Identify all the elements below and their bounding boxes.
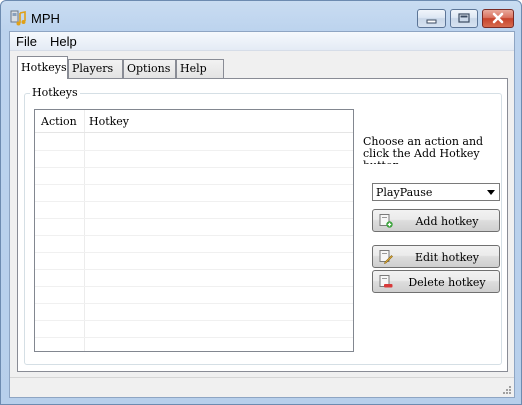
column-separator xyxy=(84,110,85,351)
client-area: File Help Hotkeys Players Options Help H… xyxy=(9,31,515,398)
add-hotkey-icon xyxy=(379,214,393,228)
resize-grip-icon[interactable] xyxy=(500,383,512,395)
table-grid-line xyxy=(35,337,353,338)
table-grid-line xyxy=(35,303,353,304)
column-header-hotkey[interactable]: Hotkey xyxy=(89,115,129,128)
groupbox-label: Hotkeys xyxy=(30,86,80,99)
table-grid-line xyxy=(35,218,353,219)
hotkeys-tab-panel: Hotkeys Action Hotkey Choose an action a… xyxy=(17,78,508,372)
minimize-icon xyxy=(426,19,437,24)
table-header: Action Hotkey xyxy=(35,110,353,133)
music-note-icon xyxy=(10,10,26,26)
table-grid-line xyxy=(35,184,353,185)
instruction-text: Choose an action and click the Add Hotke… xyxy=(363,136,484,164)
menu-file[interactable]: File xyxy=(16,34,37,49)
edit-hotkey-label: Edit hotkey xyxy=(414,251,480,264)
table-grid-line xyxy=(35,286,353,287)
hotkey-list-table[interactable]: Action Hotkey xyxy=(34,109,354,352)
status-bar xyxy=(10,377,514,397)
tab-hotkeys[interactable]: Hotkeys xyxy=(17,56,68,79)
action-dropdown-value: PlayPause xyxy=(376,186,433,199)
table-grid-line xyxy=(35,150,353,151)
action-dropdown[interactable]: PlayPause xyxy=(372,183,500,201)
add-hotkey-label: Add hotkey xyxy=(415,215,479,228)
delete-hotkey-icon xyxy=(379,275,393,288)
column-header-action[interactable]: Action xyxy=(41,115,77,128)
add-hotkey-button[interactable]: Add hotkey xyxy=(372,209,500,232)
edit-hotkey-icon xyxy=(379,250,393,264)
maximize-icon xyxy=(458,13,470,23)
app-window: MPH File Help Hotkeys Players Options He… xyxy=(0,0,522,405)
window-title: MPH xyxy=(31,11,60,26)
table-grid-line xyxy=(35,269,353,270)
chevron-down-icon xyxy=(487,190,495,195)
tab-options[interactable]: Options xyxy=(123,59,176,78)
close-icon xyxy=(492,12,504,24)
close-button[interactable] xyxy=(482,9,514,28)
menu-help[interactable]: Help xyxy=(50,34,77,49)
tab-players[interactable]: Players xyxy=(68,59,123,78)
delete-hotkey-label: Delete hotkey xyxy=(408,276,486,289)
edit-hotkey-button[interactable]: Edit hotkey xyxy=(372,245,500,268)
table-grid-line xyxy=(35,235,353,236)
title-bar[interactable]: MPH xyxy=(1,1,521,31)
tab-help[interactable]: Help xyxy=(176,59,224,78)
delete-hotkey-button[interactable]: Delete hotkey xyxy=(372,270,500,293)
table-grid-line xyxy=(35,201,353,202)
table-grid-line xyxy=(35,320,353,321)
minimize-button[interactable] xyxy=(417,9,446,28)
menu-bar: File Help xyxy=(10,32,514,51)
table-grid-line xyxy=(35,252,353,253)
table-grid-line xyxy=(35,167,353,168)
maximize-button[interactable] xyxy=(450,9,478,28)
